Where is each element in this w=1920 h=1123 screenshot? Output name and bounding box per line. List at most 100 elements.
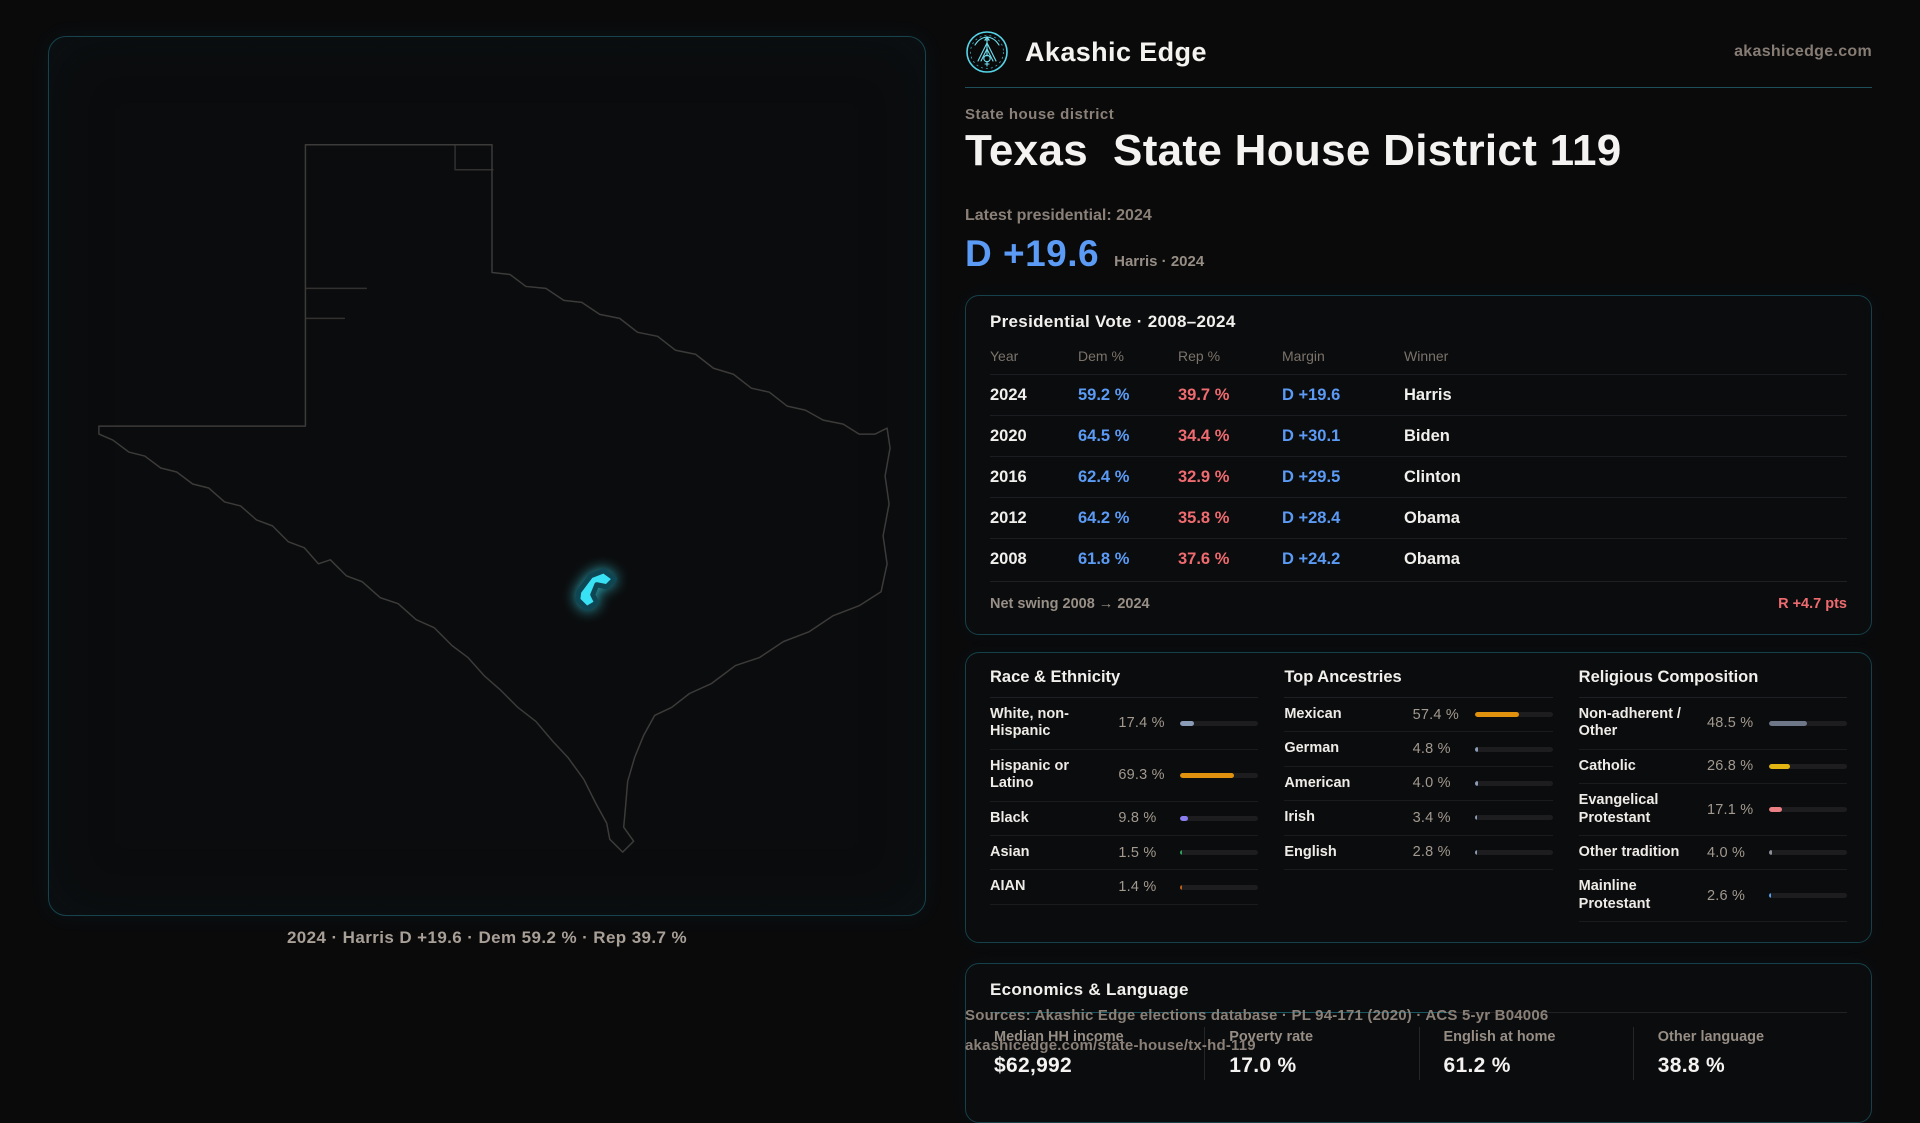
- vote-rep-pct: 35.8 %: [1178, 509, 1282, 528]
- stat-label: Mainline Protestant: [1579, 878, 1699, 913]
- akashic-edge-logo-icon: [965, 30, 1009, 74]
- stat-label: German: [1284, 740, 1404, 757]
- stat-label: Mexican: [1284, 706, 1404, 723]
- vote-year: 2016: [990, 468, 1078, 487]
- brand-domain-link[interactable]: akashicedge.com: [1734, 43, 1872, 61]
- vote-margin: D +30.1: [1282, 427, 1404, 446]
- net-swing-row: Net swing 2008 → 2024 R +4.7 pts: [990, 581, 1847, 612]
- vote-winner: Harris: [1404, 386, 1847, 405]
- stat-label: Evangelical Protestant: [1579, 792, 1699, 827]
- race-ethnicity-title: Race & Ethnicity: [990, 668, 1258, 698]
- stat-bar-fill: [1769, 764, 1790, 769]
- stat-bar-fill: [1475, 850, 1477, 855]
- stat-row: Black9.8 %: [990, 802, 1258, 836]
- stat-bar-fill: [1769, 721, 1807, 726]
- vote-dem-pct: 64.5 %: [1078, 427, 1178, 446]
- map-caption: 2024 · Harris D +19.6 · Dem 59.2 % · Rep…: [48, 928, 926, 948]
- top-ancestries-column: Top Ancestries Mexican57.4 %German4.8 %A…: [1284, 668, 1552, 927]
- vote-table-row: 201264.2 %35.8 %D +28.4Obama: [990, 497, 1847, 538]
- vote-year: 2012: [990, 509, 1078, 528]
- stat-bar: [1180, 773, 1258, 778]
- vote-table-row: 200861.8 %37.6 %D +24.2Obama: [990, 538, 1847, 579]
- stat-label: English: [1284, 844, 1404, 861]
- stat-label: Asian: [990, 844, 1110, 861]
- stat-bar: [1475, 712, 1553, 717]
- texas-border-detail: [306, 145, 493, 319]
- brand-header: Akashic Edge akashicedge.com: [965, 28, 1872, 76]
- stat-label: Non-adherent / Other: [1579, 706, 1699, 741]
- stat-bar-fill: [1180, 850, 1182, 855]
- stat-bar-fill: [1180, 885, 1182, 890]
- stat-value: 4.0 %: [1707, 845, 1761, 861]
- vote-winner: Obama: [1404, 509, 1847, 528]
- stat-row: American 4.0 %: [1284, 767, 1552, 801]
- vote-dem-pct: 61.8 %: [1078, 550, 1178, 569]
- presidential-vote-card: Presidential Vote · 2008–2024 YearDem %R…: [965, 295, 1872, 635]
- stat-label: Hispanic or Latino: [990, 758, 1110, 793]
- stat-row: Irish3.4 %: [1284, 801, 1552, 835]
- vote-column-header: Margin: [1282, 348, 1404, 364]
- stat-row: AIAN 1.4 %: [990, 870, 1258, 904]
- stat-bar: [1180, 885, 1258, 890]
- stat-row: Catholic26.8 %: [1579, 750, 1847, 784]
- page-kicker: State house district: [965, 106, 1114, 123]
- vote-column-header: Year: [990, 348, 1078, 364]
- stat-bar: [1475, 850, 1553, 855]
- stat-row: Non-adherent / Other48.5 %: [1579, 698, 1847, 750]
- stat-row: Other tradition4.0 %: [1579, 836, 1847, 870]
- stat-label: American: [1284, 775, 1404, 792]
- stat-value: 9.8 %: [1118, 810, 1172, 826]
- vote-dem-pct: 59.2 %: [1078, 386, 1178, 405]
- stat-value: 69.3 %: [1118, 767, 1172, 783]
- religious-composition-list: Non-adherent / Other48.5 %Catholic26.8 %…: [1579, 698, 1847, 922]
- vote-margin: D +29.5: [1282, 468, 1404, 487]
- headline-margin-context: Harris · 2024: [1114, 253, 1204, 270]
- district-map-card: [48, 36, 926, 916]
- vote-column-header: Winner: [1404, 348, 1847, 364]
- vote-table-title: Presidential Vote · 2008–2024: [990, 312, 1847, 332]
- stat-label: AIAN: [990, 878, 1110, 895]
- stat-bar-fill: [1475, 781, 1478, 786]
- religious-composition-column: Religious Composition Non-adherent / Oth…: [1579, 668, 1847, 927]
- top-ancestries-title: Top Ancestries: [1284, 668, 1552, 698]
- vote-table-row: 201662.4 %32.9 %D +29.5Clinton: [990, 456, 1847, 497]
- demographics-card: Race & Ethnicity White, non-Hispanic17.4…: [965, 652, 1872, 943]
- vote-dem-pct: 64.2 %: [1078, 509, 1178, 528]
- vote-winner: Biden: [1404, 427, 1847, 446]
- vote-table-row: 202064.5 %34.4 %D +30.1Biden: [990, 415, 1847, 456]
- stat-bar: [1769, 807, 1847, 812]
- vote-table-row: 202459.2 %39.7 %D +19.6Harris: [990, 374, 1847, 415]
- stat-row: White, non-Hispanic17.4 %: [990, 698, 1258, 750]
- economics-stat-value: 38.8 %: [1658, 1054, 1847, 1078]
- stat-bar-fill: [1475, 747, 1479, 752]
- sources-permalink[interactable]: akashicedge.com/state-house/tx-hd-119: [965, 1031, 1665, 1061]
- stat-bar-fill: [1769, 807, 1782, 812]
- vote-year: 2024: [990, 386, 1078, 405]
- stat-bar: [1180, 721, 1258, 726]
- stat-bar: [1475, 781, 1553, 786]
- vote-year: 2020: [990, 427, 1078, 446]
- economics-divider: [990, 1012, 1847, 1013]
- stat-bar-fill: [1475, 712, 1520, 717]
- stat-value: 2.6 %: [1707, 888, 1761, 904]
- race-ethnicity-column: Race & Ethnicity White, non-Hispanic17.4…: [990, 668, 1258, 927]
- stat-bar: [1180, 816, 1258, 821]
- header-divider: [965, 87, 1872, 88]
- vote-table-body: 202459.2 %39.7 %D +19.6Harris202064.5 %3…: [990, 374, 1847, 579]
- vote-rep-pct: 39.7 %: [1178, 386, 1282, 405]
- stat-value: 4.0 %: [1413, 775, 1467, 791]
- vote-table-header: YearDem %Rep %MarginWinner: [990, 338, 1847, 374]
- stat-value: 1.4 %: [1118, 879, 1172, 895]
- vote-winner: Clinton: [1404, 468, 1847, 487]
- stat-value: 57.4 %: [1413, 707, 1467, 723]
- net-swing-label: Net swing 2008 → 2024: [990, 596, 1150, 612]
- vote-column-header: Rep %: [1178, 348, 1282, 364]
- stat-label: Catholic: [1579, 758, 1699, 775]
- stat-row: Evangelical Protestant17.1 %: [1579, 784, 1847, 836]
- stat-label: White, non-Hispanic: [990, 706, 1110, 741]
- latest-presidential-label: Latest presidential: 2024: [965, 207, 1152, 225]
- stat-bar: [1475, 747, 1553, 752]
- vote-year: 2008: [990, 550, 1078, 569]
- stat-bar-fill: [1180, 773, 1234, 778]
- economics-title: Economics & Language: [990, 980, 1847, 1000]
